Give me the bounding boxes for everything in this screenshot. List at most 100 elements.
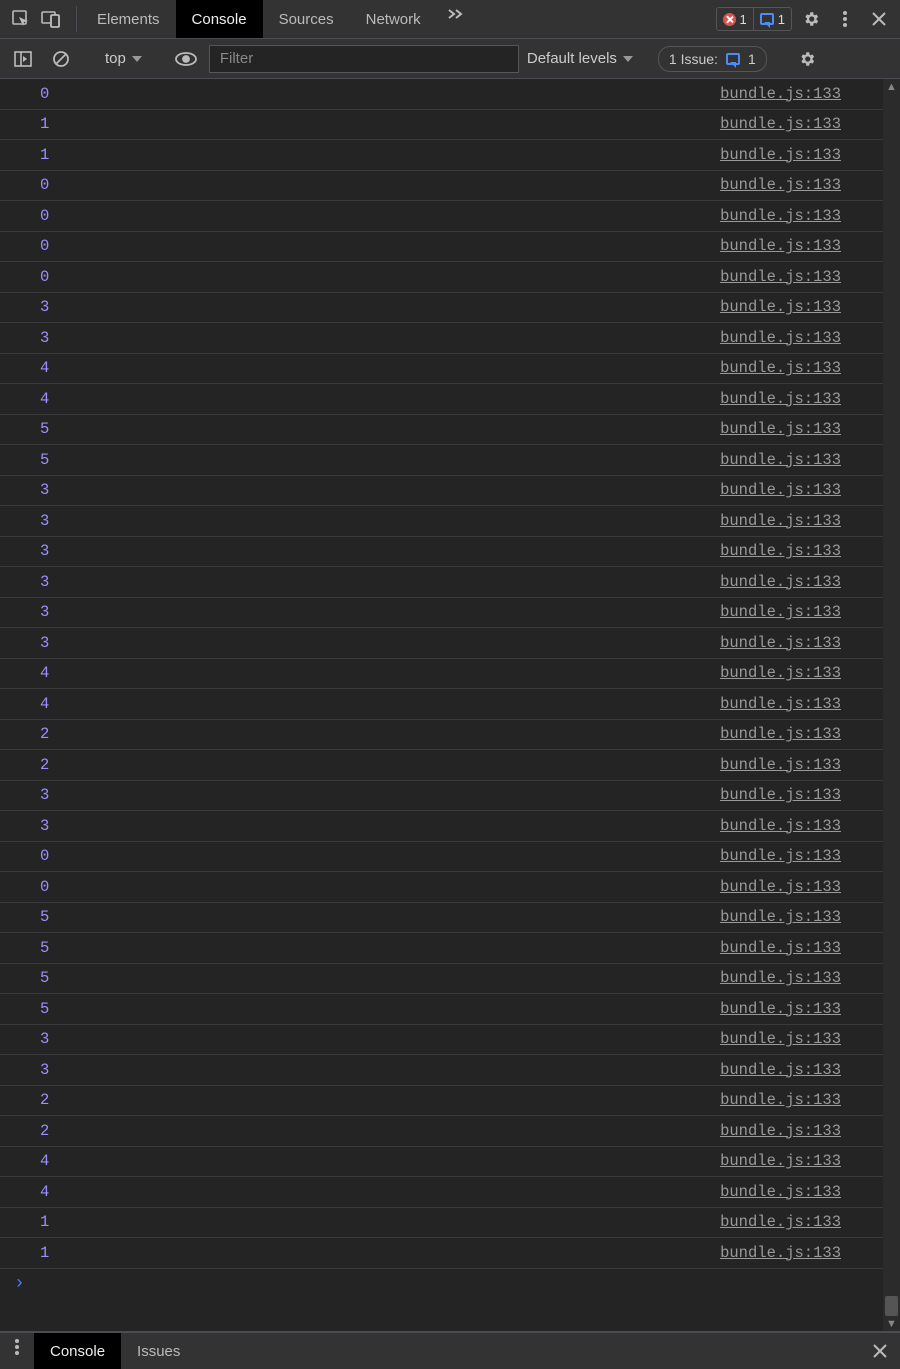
kebab-menu-icon[interactable] bbox=[830, 5, 860, 33]
log-source-link[interactable]: bundle.js:133 bbox=[720, 878, 841, 896]
log-levels-selector[interactable]: Default levels bbox=[527, 50, 633, 67]
log-source-link[interactable]: bundle.js:133 bbox=[720, 115, 841, 133]
inspect-element-icon[interactable] bbox=[6, 5, 36, 33]
log-source-link[interactable]: bundle.js:133 bbox=[720, 908, 841, 926]
execution-context-selector[interactable]: top bbox=[101, 50, 146, 67]
log-source-link[interactable]: bundle.js:133 bbox=[720, 1152, 841, 1170]
console-log-row[interactable]: 4bundle.js:133 bbox=[0, 1177, 883, 1208]
log-source-link[interactable]: bundle.js:133 bbox=[720, 268, 841, 286]
console-settings-icon[interactable] bbox=[792, 45, 822, 73]
console-sidebar-toggle-icon[interactable] bbox=[8, 45, 38, 73]
log-source-link[interactable]: bundle.js:133 bbox=[720, 786, 841, 804]
log-source-link[interactable]: bundle.js:133 bbox=[720, 725, 841, 743]
tab-network[interactable]: Network bbox=[350, 0, 437, 38]
console-log-row[interactable]: 5bundle.js:133 bbox=[0, 933, 883, 964]
log-source-link[interactable]: bundle.js:133 bbox=[720, 847, 841, 865]
log-source-link[interactable]: bundle.js:133 bbox=[720, 695, 841, 713]
log-source-link[interactable]: bundle.js:133 bbox=[720, 298, 841, 316]
console-log-row[interactable]: 1bundle.js:133 bbox=[0, 1238, 883, 1269]
log-source-link[interactable]: bundle.js:133 bbox=[720, 420, 841, 438]
log-source-link[interactable]: bundle.js:133 bbox=[720, 512, 841, 530]
tab-sources[interactable]: Sources bbox=[263, 0, 350, 38]
log-source-link[interactable]: bundle.js:133 bbox=[720, 1213, 841, 1231]
info-badge[interactable]: 1 bbox=[753, 8, 791, 30]
console-log-row[interactable]: 1bundle.js:133 bbox=[0, 1208, 883, 1239]
console-prompt[interactable]: › bbox=[0, 1269, 883, 1299]
log-source-link[interactable]: bundle.js:133 bbox=[720, 542, 841, 560]
console-log-row[interactable]: 3bundle.js:133 bbox=[0, 323, 883, 354]
tab-elements[interactable]: Elements bbox=[81, 0, 176, 38]
console-log-row[interactable]: 0bundle.js:133 bbox=[0, 262, 883, 293]
console-log-row[interactable]: 4bundle.js:133 bbox=[0, 354, 883, 385]
drawer-tab-issues[interactable]: Issues bbox=[121, 1333, 196, 1369]
vertical-scrollbar[interactable]: ▲ ▼ bbox=[883, 79, 900, 1331]
console-log-row[interactable]: 3bundle.js:133 bbox=[0, 293, 883, 324]
log-source-link[interactable]: bundle.js:133 bbox=[720, 939, 841, 957]
console-log-row[interactable]: 0bundle.js:133 bbox=[0, 79, 883, 110]
console-log-row[interactable]: 5bundle.js:133 bbox=[0, 994, 883, 1025]
console-log-row[interactable]: 3bundle.js:133 bbox=[0, 537, 883, 568]
console-log-row[interactable]: 5bundle.js:133 bbox=[0, 964, 883, 995]
log-source-link[interactable]: bundle.js:133 bbox=[720, 664, 841, 682]
scroll-up-icon[interactable]: ▲ bbox=[883, 79, 900, 94]
more-tabs-icon[interactable] bbox=[437, 0, 473, 28]
console-log-row[interactable]: 1bundle.js:133 bbox=[0, 110, 883, 141]
log-source-link[interactable]: bundle.js:133 bbox=[720, 329, 841, 347]
console-log-row[interactable]: 1bundle.js:133 bbox=[0, 140, 883, 171]
console-log-row[interactable]: 4bundle.js:133 bbox=[0, 1147, 883, 1178]
console-log-row[interactable]: 3bundle.js:133 bbox=[0, 506, 883, 537]
log-source-link[interactable]: bundle.js:133 bbox=[720, 390, 841, 408]
scroll-down-icon[interactable]: ▼ bbox=[883, 1316, 900, 1331]
log-source-link[interactable]: bundle.js:133 bbox=[720, 969, 841, 987]
log-source-link[interactable]: bundle.js:133 bbox=[720, 237, 841, 255]
log-source-link[interactable]: bundle.js:133 bbox=[720, 359, 841, 377]
device-toolbar-icon[interactable] bbox=[36, 5, 66, 33]
drawer-tab-console[interactable]: Console bbox=[34, 1333, 121, 1369]
console-log-row[interactable]: 4bundle.js:133 bbox=[0, 659, 883, 690]
console-log-row[interactable]: 0bundle.js:133 bbox=[0, 872, 883, 903]
drawer-kebab-icon[interactable] bbox=[0, 1333, 34, 1361]
log-source-link[interactable]: bundle.js:133 bbox=[720, 451, 841, 469]
console-log-row[interactable]: 4bundle.js:133 bbox=[0, 689, 883, 720]
console-log-row[interactable]: 3bundle.js:133 bbox=[0, 1025, 883, 1056]
console-log-row[interactable]: 2bundle.js:133 bbox=[0, 750, 883, 781]
console-log-row[interactable]: 5bundle.js:133 bbox=[0, 415, 883, 446]
console-log-row[interactable]: 3bundle.js:133 bbox=[0, 628, 883, 659]
console-log-row[interactable]: 0bundle.js:133 bbox=[0, 171, 883, 202]
log-source-link[interactable]: bundle.js:133 bbox=[720, 146, 841, 164]
console-log-row[interactable]: 2bundle.js:133 bbox=[0, 1086, 883, 1117]
close-devtools-icon[interactable] bbox=[864, 5, 894, 33]
scroll-thumb[interactable] bbox=[885, 1296, 898, 1316]
live-expression-icon[interactable] bbox=[171, 45, 201, 73]
tab-console[interactable]: Console bbox=[176, 0, 263, 38]
status-badges[interactable]: 1 1 bbox=[716, 7, 792, 31]
log-source-link[interactable]: bundle.js:133 bbox=[720, 85, 841, 103]
log-source-link[interactable]: bundle.js:133 bbox=[720, 481, 841, 499]
console-log-row[interactable]: 3bundle.js:133 bbox=[0, 567, 883, 598]
log-source-link[interactable]: bundle.js:133 bbox=[720, 817, 841, 835]
log-source-link[interactable]: bundle.js:133 bbox=[720, 1091, 841, 1109]
clear-console-icon[interactable] bbox=[46, 45, 76, 73]
console-log-row[interactable]: 5bundle.js:133 bbox=[0, 445, 883, 476]
log-source-link[interactable]: bundle.js:133 bbox=[720, 1122, 841, 1140]
console-log-row[interactable]: 0bundle.js:133 bbox=[0, 232, 883, 263]
log-source-link[interactable]: bundle.js:133 bbox=[720, 603, 841, 621]
log-source-link[interactable]: bundle.js:133 bbox=[720, 573, 841, 591]
console-log-row[interactable]: 3bundle.js:133 bbox=[0, 598, 883, 629]
drawer-close-icon[interactable] bbox=[860, 1333, 900, 1369]
error-badge[interactable]: 1 bbox=[717, 8, 753, 30]
console-log-row[interactable]: 3bundle.js:133 bbox=[0, 781, 883, 812]
console-log-row[interactable]: 2bundle.js:133 bbox=[0, 1116, 883, 1147]
console-log-row[interactable]: 2bundle.js:133 bbox=[0, 720, 883, 751]
log-source-link[interactable]: bundle.js:133 bbox=[720, 1061, 841, 1079]
scroll-track[interactable] bbox=[883, 94, 900, 1316]
issues-counter[interactable]: 1 Issue: 1 bbox=[658, 46, 767, 72]
console-log-row[interactable]: 3bundle.js:133 bbox=[0, 476, 883, 507]
log-source-link[interactable]: bundle.js:133 bbox=[720, 1183, 841, 1201]
console-log-row[interactable]: 4bundle.js:133 bbox=[0, 384, 883, 415]
filter-input[interactable] bbox=[209, 45, 519, 73]
console-log-row[interactable]: 0bundle.js:133 bbox=[0, 201, 883, 232]
settings-icon[interactable] bbox=[796, 5, 826, 33]
log-source-link[interactable]: bundle.js:133 bbox=[720, 207, 841, 225]
log-source-link[interactable]: bundle.js:133 bbox=[720, 1030, 841, 1048]
